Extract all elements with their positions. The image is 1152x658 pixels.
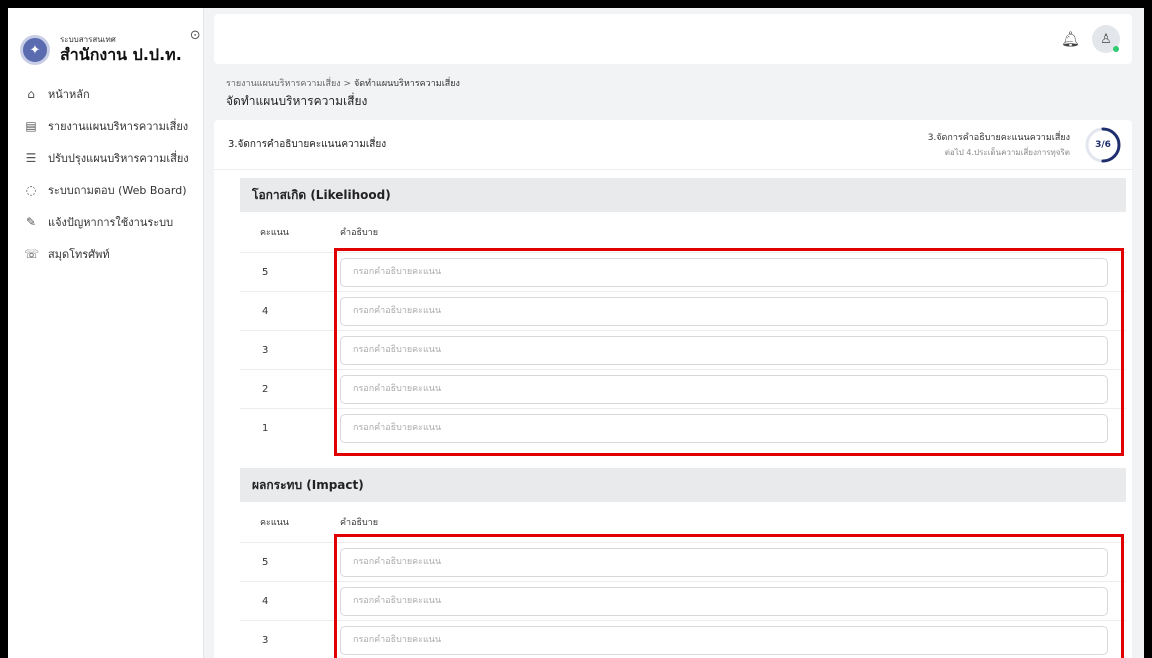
description-column-header: คำอธิบาย xyxy=(340,228,379,238)
form-card: 3.จัดการคำอธิบายคะแนนความเสี่ยง 3.จัดการ… xyxy=(214,120,1132,658)
score-value: 4 xyxy=(262,305,269,317)
sidebar-item-improve-plan[interactable]: ☰ ปรับปรุงแผนบริหารความเสี่ยง xyxy=(8,142,203,174)
sidebar-item-risk-report[interactable]: ▤ รายงานแผนบริหารความเสี่ยง xyxy=(8,110,203,142)
sidebar-item-report-issue[interactable]: ✎ แจ้งปัญหาการใช้งานระบบ xyxy=(8,206,203,238)
likelihood-description-input-3[interactable] xyxy=(340,335,1108,365)
description-column-header: คำอธิบาย xyxy=(340,518,379,528)
logo-seal-icon: ✦ xyxy=(20,35,50,65)
table-row: 3 xyxy=(240,330,1126,369)
sidebar-item-label: หน้าหลัก xyxy=(48,88,90,101)
step-title: 3.จัดการคำอธิบายคะแนนความเสี่ยง xyxy=(228,139,387,150)
step-progress-text: 3.จัดการคำอธิบายคะแนนความเสี่ยง ต่อไป 4.… xyxy=(928,130,1070,159)
table-row: 5 xyxy=(240,542,1126,581)
likelihood-description-input-4[interactable] xyxy=(340,296,1108,326)
table-row: 3 xyxy=(240,620,1126,658)
impact-description-input-4[interactable] xyxy=(340,586,1108,616)
user-icon: ♙ xyxy=(1100,31,1112,47)
table-row: 5 xyxy=(240,252,1126,291)
score-value: 4 xyxy=(262,595,269,607)
breadcrumb-current: จัดทำแผนบริหารความเสี่ยง xyxy=(353,79,460,89)
impact-description-input-3[interactable] xyxy=(340,625,1108,655)
impact-column-headers: คะแนน คำอธิบาย xyxy=(240,502,1126,542)
score-value: 3 xyxy=(262,344,269,356)
home-icon: ⌂ xyxy=(27,87,35,101)
impact-description-input-5[interactable] xyxy=(340,547,1108,577)
likelihood-description-input-1[interactable] xyxy=(340,413,1108,443)
score-value: 5 xyxy=(262,556,269,568)
sidebar-item-label: รายงานแผนบริหารความเสี่ยง xyxy=(48,120,189,133)
document-icon: ▤ xyxy=(25,119,37,133)
sidebar-item-label: ปรับปรุงแผนบริหารความเสี่ยง xyxy=(48,152,189,165)
sidebar-item-label: สมุดโทรศัพท์ xyxy=(48,248,110,261)
brand-title: สำนักงาน ป.ป.ท. xyxy=(60,45,182,64)
list-icon: ☰ xyxy=(25,151,37,165)
sidebar-item-web-board[interactable]: ◌ ระบบถามตอบ (Web Board) xyxy=(8,174,203,206)
breadcrumb: รายงานแผนบริหารความเสี่ยง > จัดทำแผนบริห… xyxy=(226,76,460,90)
brand: ✦ ระบบสารสนเทศ สำนักงาน ป.ป.ท. ⊙ xyxy=(8,8,203,78)
notification-bell-icon[interactable]: 🔔︎ xyxy=(1061,30,1080,48)
score-column-header: คะแนน xyxy=(260,518,289,528)
likelihood-column-headers: คะแนน คำอธิบาย xyxy=(240,212,1126,252)
likelihood-header: โอกาสเกิด (Likelihood) xyxy=(240,178,1126,212)
step-progress-ring: 3/6 xyxy=(1084,126,1122,164)
step-next-label: ต่อไป 4.ประเด็นความเสี่ยงการทุจริต xyxy=(944,148,1070,157)
sidebar-item-label: แจ้งปัญหาการใช้งานระบบ xyxy=(48,216,174,229)
score-value: 5 xyxy=(262,266,269,278)
sidebar-item-home[interactable]: ⌂ หน้าหลัก xyxy=(8,78,203,110)
report-icon: ✎ xyxy=(25,215,37,229)
impact-section: ผลกระทบ (Impact) คะแนน คำอธิบาย 5 4 3 xyxy=(240,468,1126,658)
step-progress-value: 3/6 xyxy=(1095,139,1111,150)
likelihood-description-input-2[interactable] xyxy=(340,374,1108,404)
sidebar: ✦ ระบบสารสนเทศ สำนักงาน ป.ป.ท. ⊙ ⌂ หน้าห… xyxy=(8,8,204,658)
sidebar-toggle-icon[interactable]: ⊙ xyxy=(190,28,201,43)
brand-subtitle: ระบบสารสนเทศ xyxy=(60,35,116,44)
top-bar: 🔔︎ ♙ xyxy=(214,14,1132,64)
sidebar-nav: ⌂ หน้าหลัก ▤ รายงานแผนบริหารความเสี่ยง ☰… xyxy=(8,78,203,270)
breadcrumb-separator: > xyxy=(343,79,352,89)
step-current-label: 3.จัดการคำอธิบายคะแนนความเสี่ยง xyxy=(927,133,1070,143)
sidebar-item-phonebook[interactable]: ☏ สมุดโทรศัพท์ xyxy=(8,238,203,270)
score-value: 2 xyxy=(262,383,269,395)
table-row: 4 xyxy=(240,581,1126,620)
page-title: จัดทำแผนบริหารความเสี่ยง xyxy=(226,94,368,108)
impact-header: ผลกระทบ (Impact) xyxy=(240,468,1126,502)
chat-icon: ◌ xyxy=(25,183,37,197)
table-row: 4 xyxy=(240,291,1126,330)
sidebar-item-label: ระบบถามตอบ (Web Board) xyxy=(48,184,187,197)
breadcrumb-parent-link[interactable]: รายงานแผนบริหารความเสี่ยง xyxy=(226,79,341,89)
table-row: 2 xyxy=(240,369,1126,408)
likelihood-description-input-5[interactable] xyxy=(340,257,1108,287)
online-status-dot xyxy=(1113,46,1119,52)
app-window: ✦ ระบบสารสนเทศ สำนักงาน ป.ป.ท. ⊙ ⌂ หน้าห… xyxy=(8,8,1144,658)
score-value: 3 xyxy=(262,634,269,646)
avatar[interactable]: ♙ xyxy=(1092,25,1120,53)
step-header: 3.จัดการคำอธิบายคะแนนความเสี่ยง 3.จัดการ… xyxy=(214,120,1132,170)
table-row: 1 xyxy=(240,408,1126,447)
likelihood-section: โอกาสเกิด (Likelihood) คะแนน คำอธิบาย 5 … xyxy=(240,178,1126,447)
main-content: 🔔︎ ♙ รายงานแผนบริหารความเสี่ยง > จัดทำแผ… xyxy=(214,8,1144,658)
score-column-header: คะแนน xyxy=(260,228,289,238)
score-value: 1 xyxy=(262,422,269,434)
phone-icon: ☏ xyxy=(24,247,40,261)
